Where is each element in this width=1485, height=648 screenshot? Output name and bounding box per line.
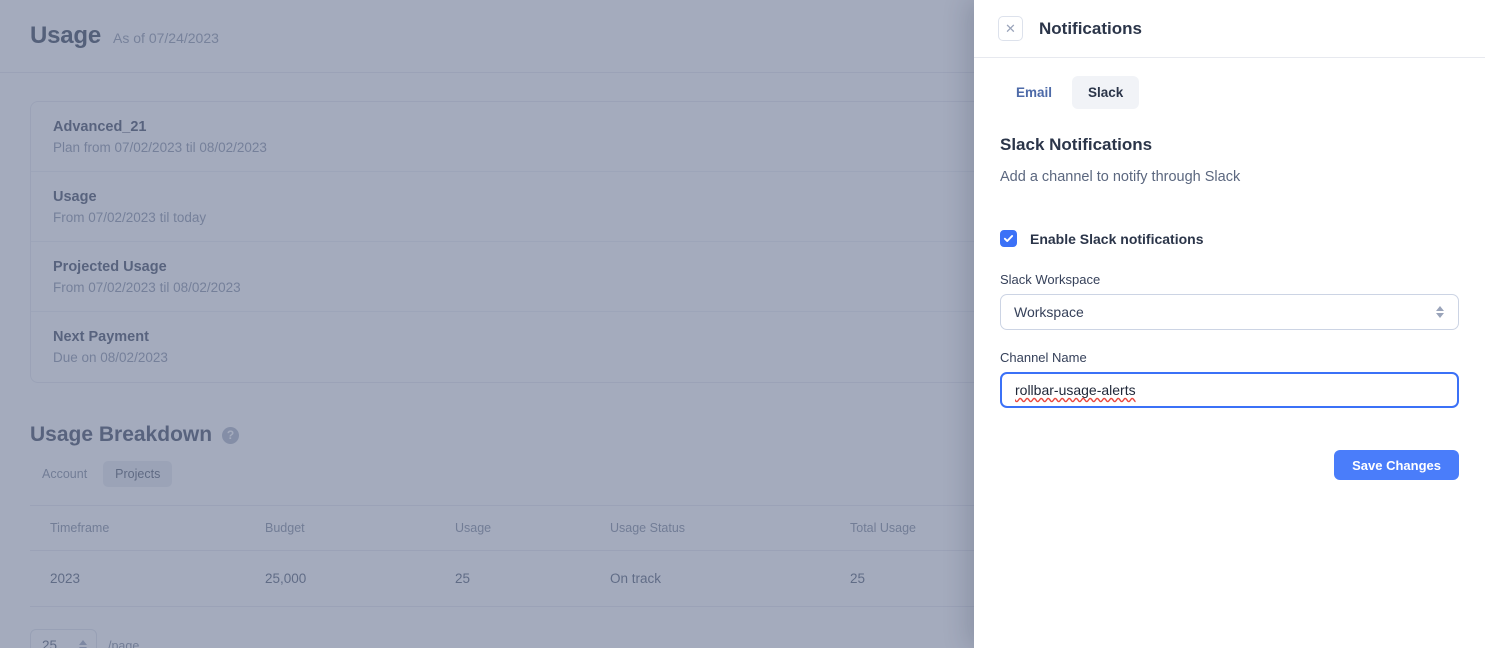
- notification-channel-tabs: Email Slack: [1000, 76, 1459, 109]
- usage-row-title: Advanced_21: [53, 118, 147, 135]
- usage-row-subtitle: Plan from 07/02/2023 til 08/02/2023: [53, 139, 267, 155]
- tab-slack[interactable]: Slack: [1072, 76, 1140, 109]
- close-icon[interactable]: ✕: [998, 16, 1023, 41]
- usage-row-subtitle: From 07/02/2023 til today: [53, 209, 207, 225]
- help-circle-icon[interactable]: ?: [222, 426, 240, 444]
- section-title: Slack Notifications: [1000, 135, 1153, 154]
- enable-slack-row[interactable]: Enable Slack notifications: [1000, 230, 1459, 247]
- channel-name-input[interactable]: rollbar-usage-alerts: [1000, 372, 1459, 408]
- channel-name-label: Channel Name: [1000, 350, 1087, 365]
- column-header-timeframe: Timeframe: [50, 521, 110, 535]
- per-page-label: /page: [108, 638, 140, 648]
- column-header-usage-status: Usage Status: [610, 521, 686, 535]
- panel-title: Notifications: [1039, 18, 1142, 38]
- channel-name-value: rollbar-usage-alerts: [1015, 382, 1136, 398]
- enable-slack-checkbox[interactable]: [1000, 230, 1017, 247]
- cell-usage: 25: [455, 571, 471, 586]
- panel-body: Email Slack Slack Notifications Add a ch…: [974, 58, 1485, 648]
- as-of-date: As of 07/24/2023: [113, 30, 219, 46]
- stepper-icon[interactable]: [79, 639, 87, 648]
- page-title: Usage: [30, 22, 102, 49]
- tab-projects[interactable]: Projects: [103, 461, 173, 487]
- column-header-budget: Budget: [265, 521, 305, 535]
- slack-workspace-select[interactable]: Workspace: [1000, 294, 1459, 330]
- chevron-updown-icon[interactable]: [1436, 306, 1444, 318]
- per-page-value: 25: [42, 638, 58, 648]
- notifications-panel: ✕ Notifications Email Slack Slack Notifi…: [974, 0, 1485, 648]
- usage-breakdown-title: Usage Breakdown: [30, 423, 213, 446]
- slack-workspace-label: Slack Workspace: [1000, 272, 1101, 287]
- screen: Usage As of 07/24/2023 Advanced_21 Plan …: [0, 0, 1485, 648]
- usage-row-title: Usage: [53, 188, 97, 205]
- usage-row-subtitle: From 07/02/2023 til 08/02/2023: [53, 279, 241, 295]
- tab-account[interactable]: Account: [30, 461, 99, 487]
- slack-workspace-field: Slack Workspace Workspace: [1000, 272, 1459, 330]
- cell-budget: 25,000: [265, 571, 307, 586]
- usage-row-title: Projected Usage: [53, 258, 167, 275]
- enable-slack-label: Enable Slack notifications: [1030, 230, 1204, 247]
- panel-header: ✕ Notifications: [974, 0, 1485, 58]
- save-changes-button[interactable]: Save Changes: [1334, 450, 1459, 480]
- cell-timeframe: 2023: [50, 571, 81, 586]
- usage-row-subtitle: Due on 08/02/2023: [53, 350, 168, 365]
- usage-row-title: Next Payment: [53, 329, 149, 345]
- tab-email[interactable]: Email: [1000, 76, 1068, 109]
- cell-usage-status: On track: [610, 571, 662, 586]
- channel-name-field: Channel Name rollbar-usage-alerts: [1000, 350, 1459, 408]
- per-page-select[interactable]: 25: [30, 629, 97, 648]
- slack-workspace-value: Workspace: [1014, 304, 1084, 320]
- panel-actions: Save Changes: [1000, 450, 1459, 480]
- section-subtitle: Add a channel to notify through Slack: [1000, 169, 1241, 185]
- column-header-usage: Usage: [455, 521, 492, 535]
